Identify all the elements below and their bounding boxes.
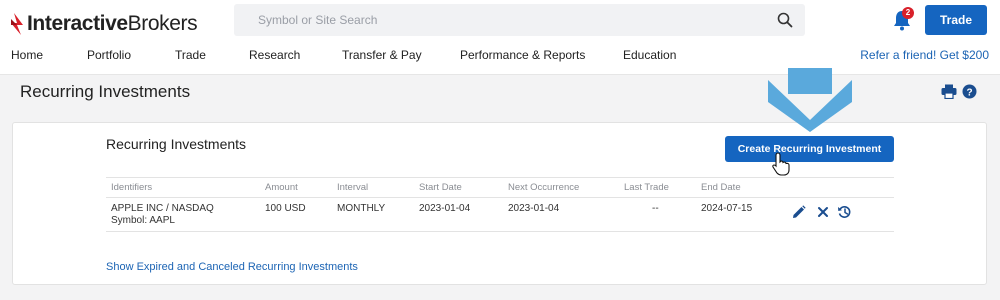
column-header-end-date[interactable]: End Date (701, 182, 741, 193)
page-title: Recurring Investments (20, 82, 191, 101)
column-header-start-date[interactable]: Start Date (419, 182, 462, 193)
column-header-interval[interactable]: Interval (337, 182, 368, 193)
down-arrow-icon (768, 68, 852, 137)
recurring-investments-table: Identifiers Amount Interval Start Date N… (106, 177, 894, 232)
nav-item-research[interactable]: Research (249, 48, 300, 62)
nav-item-portfolio[interactable]: Portfolio (87, 48, 131, 62)
nav-item-performance-reports[interactable]: Performance & Reports (460, 48, 585, 62)
nav-item-trade[interactable]: Trade (175, 48, 206, 62)
brand-name-bold: Interactive (27, 12, 128, 35)
brand-name-light: Brokers (127, 12, 198, 35)
refer-friend-link[interactable]: Refer a friend! Get $200 (860, 48, 989, 62)
column-header-last-trade[interactable]: Last Trade (624, 182, 669, 193)
row-end-date: 2024-07-15 (701, 203, 753, 214)
search-bar (234, 4, 805, 36)
edit-icon[interactable] (792, 205, 806, 224)
brand-name: InteractiveBrokers (27, 12, 198, 36)
search-icon[interactable] (777, 12, 793, 33)
create-recurring-investment-button[interactable]: Create Recurring Investment (725, 136, 894, 162)
cancel-icon[interactable] (817, 205, 829, 224)
row-last-trade: -- (652, 203, 659, 214)
notification-badge: 2 (902, 7, 914, 19)
table-header: Identifiers Amount Interval Start Date N… (106, 177, 894, 198)
row-next-occurrence: 2023-01-04 (508, 203, 560, 214)
trade-button[interactable]: Trade (925, 5, 987, 35)
row-symbol: Symbol: AAPL (111, 215, 175, 226)
main-nav: Home Portfolio Trade Research Transfer &… (0, 46, 1000, 66)
row-interval: MONTHLY (337, 203, 386, 214)
column-header-identifiers[interactable]: Identifiers (111, 182, 152, 193)
card-title: Recurring Investments (106, 136, 247, 152)
history-icon[interactable] (837, 205, 852, 224)
nav-item-transfer-pay[interactable]: Transfer & Pay (342, 48, 422, 62)
row-identifier: APPLE INC / NASDAQ (111, 203, 214, 214)
row-amount: 100 USD (265, 203, 306, 214)
show-expired-canceled-link[interactable]: Show Expired and Canceled Recurring Inve… (106, 261, 358, 273)
print-icon[interactable] (941, 84, 957, 104)
table-row: APPLE INC / NASDAQ Symbol: AAPL 100 USD … (106, 198, 894, 232)
brand-logo[interactable]: InteractiveBrokers (10, 9, 198, 39)
svg-text:?: ? (966, 87, 972, 98)
search-input[interactable] (234, 4, 764, 36)
nav-item-education[interactable]: Education (623, 48, 676, 62)
logo-flame-icon (10, 13, 24, 35)
help-icon[interactable]: ? (962, 84, 977, 104)
row-start-date: 2023-01-04 (419, 203, 471, 214)
nav-item-home[interactable]: Home (11, 48, 43, 62)
column-header-amount[interactable]: Amount (265, 182, 298, 193)
column-header-next-occurrence[interactable]: Next Occurrence (508, 182, 579, 193)
